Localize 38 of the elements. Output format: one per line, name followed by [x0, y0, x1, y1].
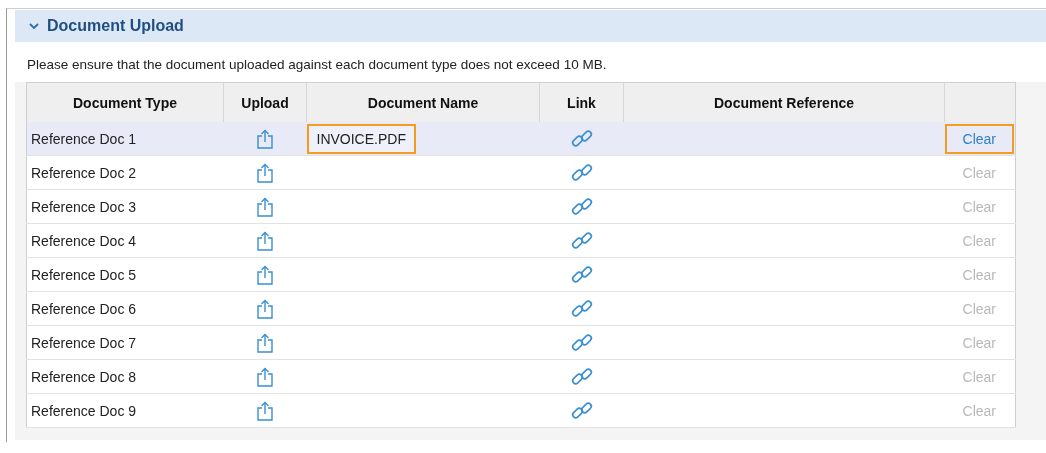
- link-icon[interactable]: [569, 127, 594, 150]
- table-cell: Reference Doc 6: [26, 291, 224, 326]
- upload-icon[interactable]: [256, 264, 274, 285]
- upload-icon[interactable]: [256, 128, 274, 149]
- column-header: Document Name: [306, 82, 540, 122]
- table-cell: Reference Doc 3: [26, 189, 224, 224]
- upload-icon[interactable]: [256, 332, 274, 353]
- table-cell: Reference Doc 2: [26, 155, 224, 190]
- upload-icon[interactable]: [256, 400, 274, 421]
- link-icon[interactable]: [569, 195, 594, 218]
- clear-button[interactable]: Clear: [944, 123, 1014, 154]
- table-cell: Reference Doc 9: [26, 393, 224, 428]
- link-icon[interactable]: [569, 229, 594, 252]
- size-note: Please ensure that the document uploaded against each document type does not exceed 10 MB.: [15, 42, 1046, 82]
- column-header: Document Type: [26, 82, 224, 122]
- column-header: Link: [539, 82, 624, 122]
- link-icon[interactable]: [569, 263, 594, 286]
- table-row[interactable]: Reference Doc 1 INVOICE.PDF Clear: [26, 122, 1016, 156]
- section-header[interactable]: Document Upload: [15, 10, 1046, 42]
- upload-icon[interactable]: [256, 196, 274, 217]
- column-header: Document Reference: [623, 82, 945, 122]
- link-icon[interactable]: [569, 331, 594, 354]
- section-title: Document Upload: [47, 17, 184, 35]
- table-cell: Reference Doc 1: [26, 122, 224, 156]
- link-icon[interactable]: [569, 399, 594, 422]
- table-cell: Reference Doc 5: [26, 257, 224, 292]
- upload-icon[interactable]: [256, 162, 274, 183]
- table-cell: Reference Doc 8: [26, 359, 224, 394]
- link-icon[interactable]: [569, 297, 594, 320]
- table-cell: Reference Doc 7: [26, 325, 224, 360]
- file-name: INVOICE.PDF: [306, 123, 416, 154]
- upload-icon[interactable]: [256, 230, 274, 251]
- upload-icon[interactable]: [256, 366, 274, 387]
- table-cell: Reference Doc 4: [26, 223, 224, 258]
- link-icon[interactable]: [569, 161, 594, 184]
- column-header: Upload: [223, 82, 307, 122]
- link-icon[interactable]: [569, 365, 594, 388]
- upload-icon[interactable]: [256, 298, 274, 319]
